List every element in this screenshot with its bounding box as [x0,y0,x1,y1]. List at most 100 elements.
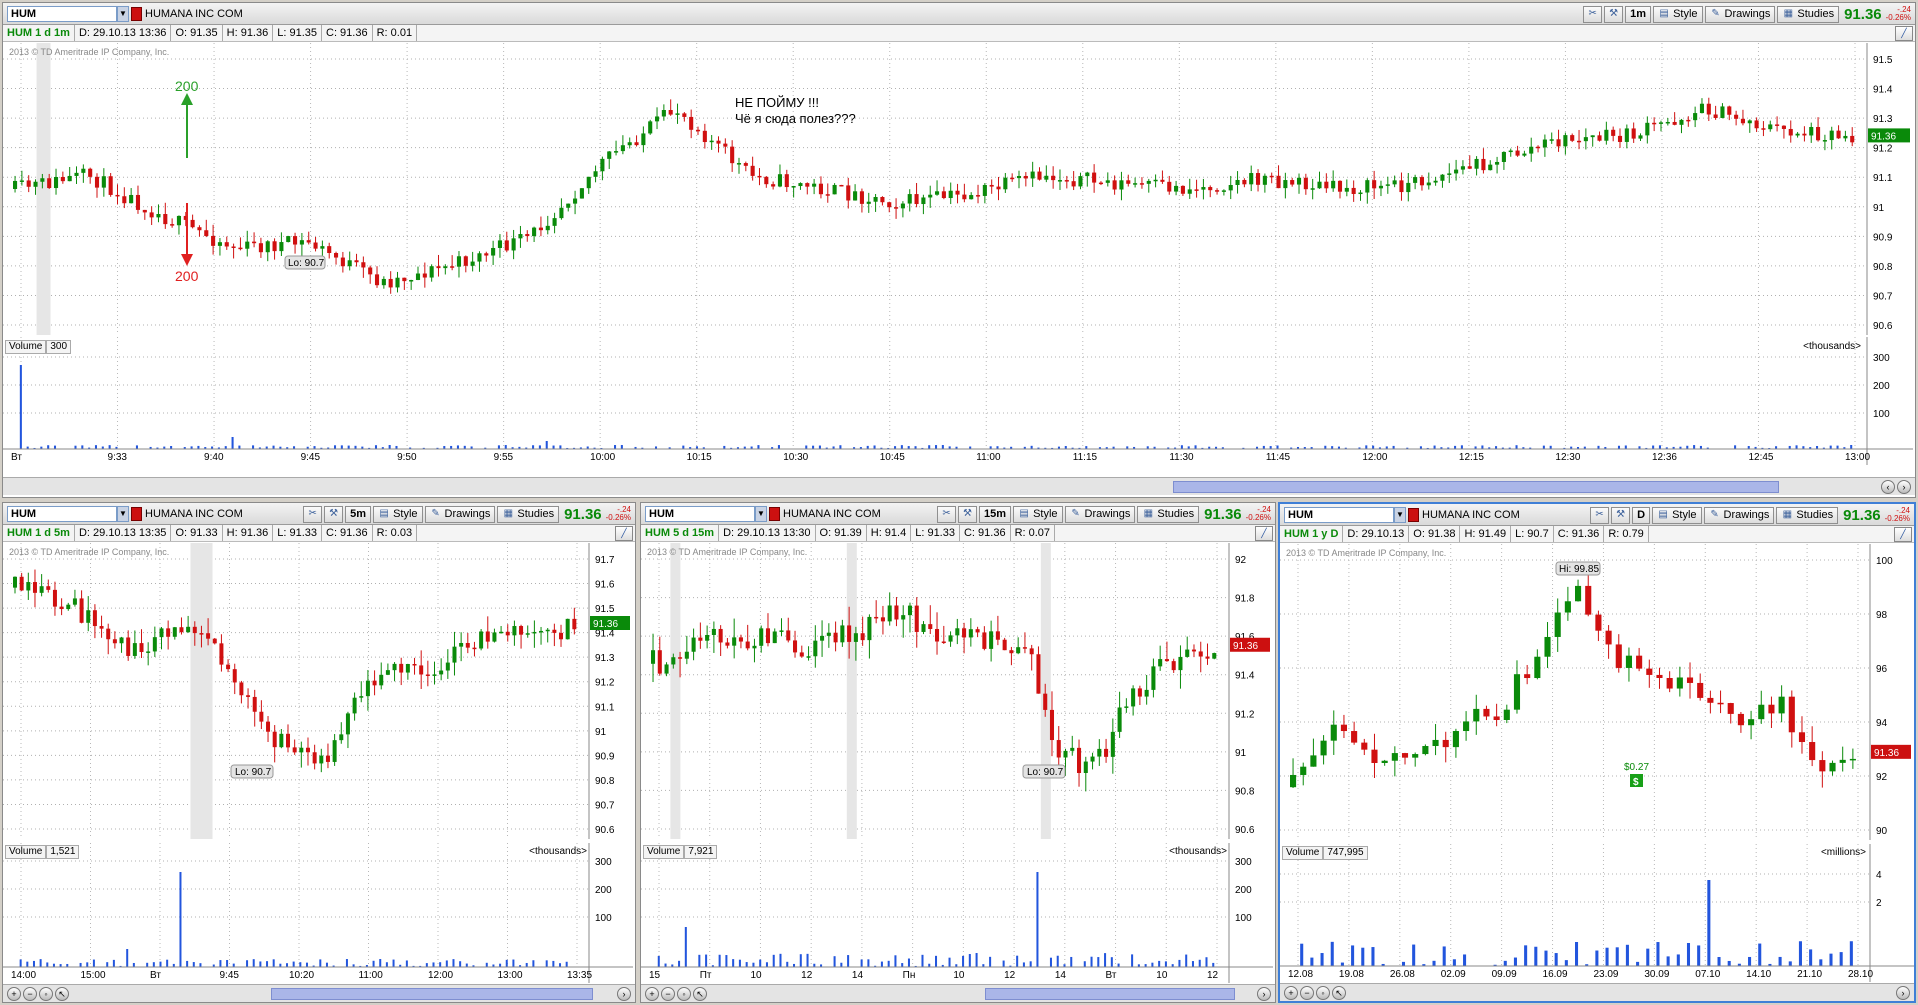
candle-body [1481,158,1486,171]
zoom-out-button[interactable]: − [661,987,675,1001]
drawing-tools-button[interactable]: ✂ [303,505,323,523]
volume-bar [989,956,992,967]
drawings-button[interactable]: ✎ Drawings [1064,505,1136,523]
price-chart-daily[interactable]: 100 98 96 94 92 90 2013 © TD Ameritrade IP Com… [1280,544,1914,840]
candle-body [1645,122,1650,136]
scroll-right-button[interactable]: › [1897,480,1911,494]
scroll-right-button[interactable]: › [617,987,631,1001]
zoom-out-button[interactable]: − [1300,986,1314,1000]
volume-bar [779,953,782,967]
candle-body [392,663,397,671]
price-chart-15m[interactable]: 9291.891.691.491.29190.890.62013 © TD Am… [641,543,1273,839]
zoom-in-button[interactable]: + [7,987,21,1001]
candle-body [771,184,776,187]
style-button[interactable]: ▤ Style [1653,5,1703,23]
candle-body [793,640,798,653]
time-scroll-thumb[interactable] [271,988,593,1000]
link-color-icon[interactable] [1408,508,1419,522]
candle-body [1515,150,1520,156]
price-chart-5m[interactable]: 91.7 91.6 91.5 91.4 91.3 91.2 91.1 91 90.9 90.8 90… [3,543,633,839]
zoom-fit-button[interactable]: ◦ [1316,986,1330,1000]
drawings-button[interactable]: ✎ Drawings [1703,506,1775,524]
symbol-dropdown-icon[interactable]: ▼ [1394,507,1406,523]
period-button[interactable]: 15m [979,505,1012,523]
settings-button[interactable]: ⚒ [324,505,344,523]
scroll-left-button[interactable]: ‹ [1881,480,1895,494]
volume-chart-daily[interactable]: 4 2 12.08 19.08 26.08 02.09 09.09 16.09 23.09 30.… [1280,844,1914,982]
annotation-text[interactable]: НЕ ПОЙМУ !!! Чё я сюда полез??? [735,95,856,127]
candle-body [211,235,216,246]
chart-type-button[interactable]: ╱ [1255,526,1273,541]
last-price: 91.36 [1204,505,1242,523]
time-scroll-thumb[interactable] [1173,481,1779,493]
drawing-tools-button[interactable]: ✂ [1590,506,1610,524]
drawing-tools-button[interactable]: ✂ [937,505,957,523]
link-color-icon[interactable] [131,7,142,21]
hi-label: Hi: 99.85 [1559,564,1599,575]
settings-button[interactable]: ⚒ [1604,5,1624,23]
volume-bar [192,962,195,967]
symbol-dropdown-icon[interactable]: ▼ [755,506,767,522]
time-scroll-thumb[interactable] [985,988,1235,1000]
scroll-right-button[interactable]: › [1257,987,1271,1001]
style-button[interactable]: ▤ Style [373,505,423,523]
candle-body [894,207,899,209]
main-price-chart[interactable]: 91.5 91.4 91.3 91.2 91.1 91 90.9 90.8 90.7 90.6 20… [3,43,1913,335]
main-volume-chart[interactable]: 300 200 100 Вт 9:33 9:40 9:45 9:50 9:55 10:00 10:1… [3,337,1913,465]
period-button[interactable]: 1m [1625,5,1652,23]
period-button[interactable]: D [1632,506,1651,524]
style-button[interactable]: ▤ Style [1013,505,1063,523]
plot-bg [3,543,633,839]
style-button[interactable]: ▤ Style [1652,506,1702,524]
chart-type-button[interactable]: ╱ [1894,527,1912,542]
volume-chart-5m[interactable]: 300 200 100 14:00 15:00 Вт 9:45 10:20 11:00 12:00… [3,843,633,983]
candle-body [372,680,377,686]
volume-bar [1036,872,1039,967]
candle-body [1809,742,1816,761]
pan-button[interactable]: ↖ [1332,986,1346,1000]
symbol-input[interactable]: HUM [1284,507,1394,523]
studies-button[interactable]: ▦ Studies [1777,5,1840,23]
candle-body [840,625,845,643]
studies-icon: ▦ [1782,509,1793,520]
volume-bar [1212,962,1215,967]
pan-button[interactable]: ↖ [55,987,69,1001]
period-button[interactable]: 5m [345,505,372,523]
studies-button[interactable]: ▦ Studies [1776,506,1839,524]
candle-body [1002,639,1007,651]
zoom-fit-button[interactable]: ◦ [677,987,691,1001]
symbol-dropdown-icon[interactable]: ▼ [117,6,129,22]
link-color-icon[interactable] [769,507,780,521]
zoom-in-button[interactable]: + [645,987,659,1001]
drawing-tools-button[interactable]: ✂ [1583,5,1603,23]
zoom-fit-button[interactable]: ◦ [39,987,53,1001]
studies-button[interactable]: ▦ Studies [1137,505,1200,523]
link-color-icon[interactable] [131,507,142,521]
chart-type-button[interactable]: ╱ [1895,26,1913,41]
volume-bar [1097,957,1100,967]
drawings-button[interactable]: ✎ Drawings [1704,5,1776,23]
pan-button[interactable]: ↖ [693,987,707,1001]
chart-desc[interactable]: HUM 1 d 1m [3,25,75,41]
settings-button[interactable]: ⚒ [1611,506,1631,524]
symbol-dropdown-icon[interactable]: ▼ [117,506,129,522]
candle-body [1590,135,1595,138]
drawings-button[interactable]: ✎ Drawings [424,505,496,523]
chart-desc[interactable]: HUM 1 y D [1280,526,1344,542]
zoom-in-button[interactable]: + [1284,986,1298,1000]
zoom-out-button[interactable]: − [23,987,37,1001]
symbol-input[interactable]: HUM [7,506,117,522]
chart-type-button[interactable]: ╱ [615,526,633,541]
chart-desc[interactable]: HUM 1 d 5m [3,525,75,541]
candle-body [456,256,462,267]
scroll-right-button[interactable]: › [1896,986,1910,1000]
chart-desc[interactable]: HUM 5 d 15m [641,525,720,541]
settings-button[interactable]: ⚒ [958,505,978,523]
candle-body [206,633,211,639]
volume-bar [439,962,442,967]
studies-button[interactable]: ▦ Studies [497,505,560,523]
symbol-input[interactable]: HUM [645,506,755,522]
volume-chart-15m[interactable]: 300 200 100 15 Пт 10 12 14 Пн 10 12 14 Вт 10 12 [641,843,1273,983]
symbol-input[interactable]: HUM [7,6,117,22]
time-tick-label: 12:00 [1362,452,1387,463]
